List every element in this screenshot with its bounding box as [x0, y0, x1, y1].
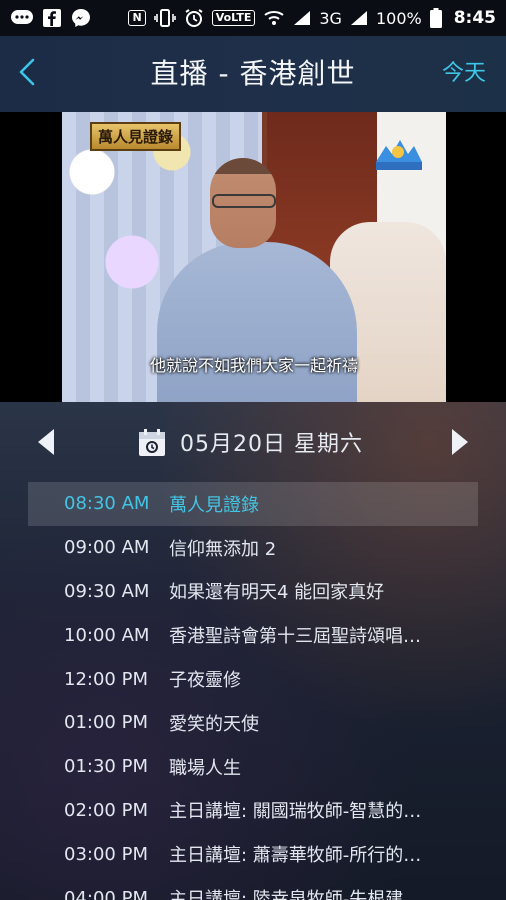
program-time: 04:00 PM	[64, 887, 148, 900]
list-item[interactable]: 04:00 PM 主日講壇: 陸幸泉牧師-失根建	[28, 876, 478, 900]
signal-icon	[293, 10, 311, 26]
volte-badge: VoLTE	[211, 10, 256, 26]
triangle-left-icon	[38, 429, 54, 455]
list-item[interactable]: 12:00 PM 子夜靈修	[28, 657, 478, 701]
list-item[interactable]: 03:00 PM 主日講壇: 蕭壽華牧師-所行的…	[28, 832, 478, 876]
facebook-icon	[42, 8, 62, 28]
page-title: 直播 - 香港創世	[150, 57, 356, 90]
app-header: 直播 - 香港創世 今天	[0, 36, 506, 112]
calendar-icon[interactable]	[138, 429, 166, 457]
program-title: 主日講壇: 蕭壽華牧師-所行的…	[169, 845, 422, 867]
program-time: 03:00 PM	[64, 843, 148, 865]
list-item[interactable]: 10:00 AM 香港聖詩會第十三屆聖詩頌唱…	[28, 613, 478, 657]
network-type: 3G	[319, 8, 342, 28]
triangle-right-icon	[452, 429, 468, 455]
schedule-panel: 05月20日 星期六 08:30 AM 萬人見證錄 09:00 AM 信仰無添加…	[0, 402, 506, 900]
program-title: 愛笑的天使	[169, 713, 259, 735]
program-title: 信仰無添加 2	[169, 538, 277, 560]
program-time: 08:30 AM	[64, 493, 150, 515]
show-title-overlay: 萬人見證錄	[90, 122, 182, 151]
clock: 8:45	[453, 8, 496, 28]
program-title: 主日講壇: 關國瑞牧師-智慧的…	[169, 801, 422, 823]
current-date: 05月20日 星期六	[180, 432, 363, 457]
program-title: 如果還有明天4 能回家真好	[169, 582, 385, 604]
program-time: 01:00 PM	[64, 712, 148, 734]
wifi-calling-icon	[263, 9, 285, 27]
video-frame[interactable]: 萬人見證錄 他就說不如我們大家一起祈禱	[62, 112, 446, 402]
program-title: 萬人見證錄	[169, 494, 259, 516]
list-item[interactable]: 01:00 PM 愛笑的天使	[28, 701, 478, 745]
program-title: 職場人生	[169, 757, 241, 779]
messenger-icon	[70, 7, 92, 29]
nfc-icon: N	[128, 10, 146, 26]
program-time: 01:30 PM	[64, 756, 148, 778]
program-time: 02:00 PM	[64, 799, 148, 821]
program-time: 10:00 AM	[64, 624, 150, 646]
chat-icon	[10, 8, 34, 28]
list-item[interactable]: 09:30 AM 如果還有明天4 能回家真好	[28, 570, 478, 614]
list-item[interactable]: 02:00 PM 主日講壇: 關國瑞牧師-智慧的…	[28, 789, 478, 833]
list-item[interactable]: 01:30 PM 職場人生	[28, 745, 478, 789]
today-button[interactable]: 今天	[442, 36, 486, 112]
program-title: 主日講壇: 陸幸泉牧師-失根建	[169, 889, 404, 900]
previous-day-button[interactable]	[36, 428, 56, 456]
date-navigator: 05月20日 星期六	[0, 402, 506, 482]
program-list: 08:30 AM 萬人見證錄 09:00 AM 信仰無添加 2 09:30 AM…	[28, 482, 478, 900]
program-time: 09:30 AM	[64, 580, 150, 602]
vibrate-icon	[153, 9, 176, 27]
alarm-icon	[184, 8, 204, 28]
program-title: 香港聖詩會第十三屆聖詩頌唱…	[169, 626, 421, 648]
program-time: 12:00 PM	[64, 668, 148, 690]
video-player[interactable]: 萬人見證錄 他就說不如我們大家一起祈禱	[0, 112, 506, 402]
list-item[interactable]: 08:30 AM 萬人見證錄	[28, 482, 478, 526]
program-time: 09:00 AM	[64, 537, 150, 559]
video-person-glasses	[212, 194, 276, 208]
battery-percent: 100%	[375, 8, 422, 28]
channel-logo-icon	[372, 136, 424, 172]
status-bar: N VoLTE 3G 100% 8:45	[0, 0, 506, 36]
program-title: 子夜靈修	[169, 670, 241, 692]
video-subtitle: 他就說不如我們大家一起祈禱	[149, 356, 358, 375]
signal-icon-2	[350, 10, 368, 26]
battery-icon	[429, 8, 442, 28]
next-day-button[interactable]	[450, 428, 470, 456]
list-item[interactable]: 09:00 AM 信仰無添加 2	[28, 526, 478, 570]
video-person-body	[157, 242, 357, 402]
